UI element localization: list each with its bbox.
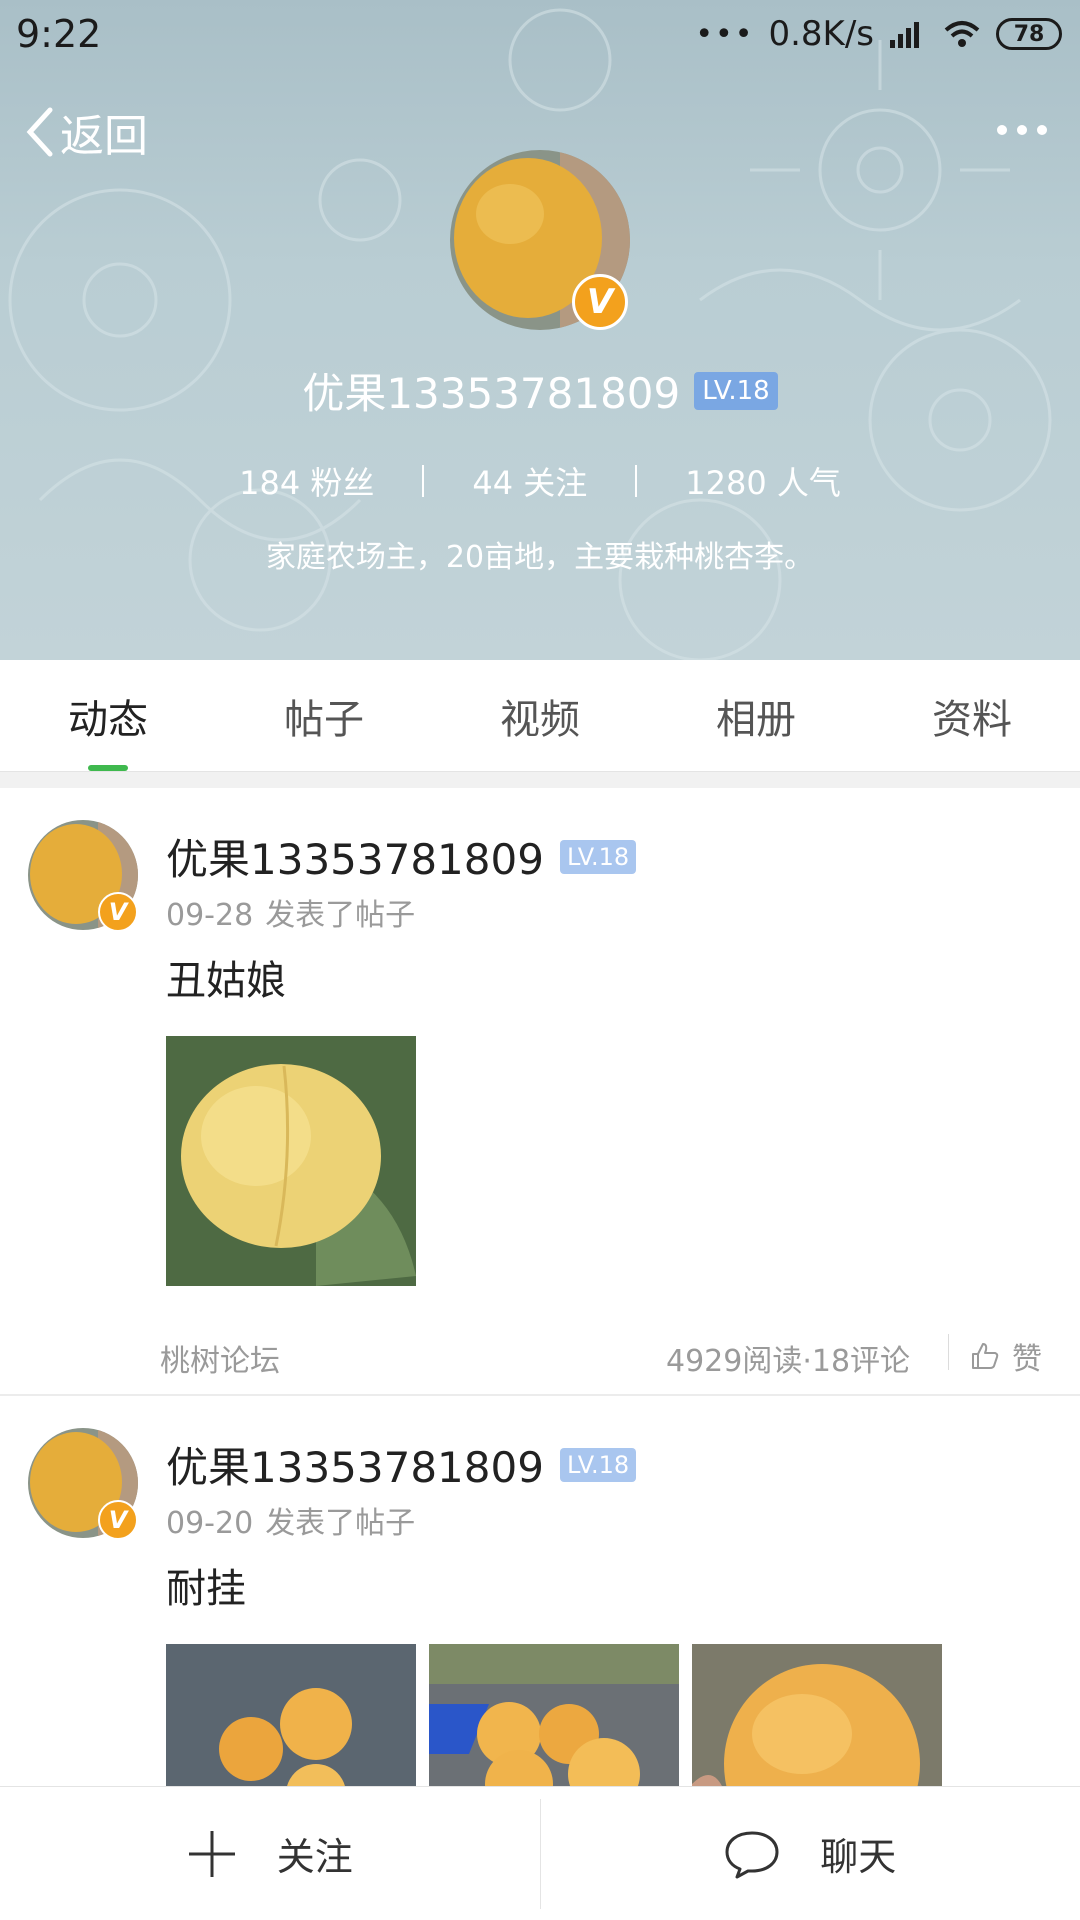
post-title[interactable]: 耐挂: [166, 1556, 246, 1614]
post-user-name[interactable]: 优果13353781809: [166, 826, 544, 887]
more-icon[interactable]: [994, 118, 1050, 142]
chat-label: 聊天: [820, 1835, 897, 1879]
thumbs-up-icon: [972, 1343, 999, 1369]
like-label: 赞: [1012, 1342, 1042, 1377]
level-badge: LV.18: [559, 1447, 637, 1482]
post-image[interactable]: [429, 1644, 679, 1786]
popularity-count: 1280 人气: [685, 464, 841, 502]
status-time: 9:22: [16, 12, 102, 56]
feed-post[interactable]: V 优果13353781809 LV.18 09-20 发表了帖子 耐挂: [0, 1396, 1080, 1786]
post-meta: 09-20 发表了帖子: [166, 1498, 415, 1542]
tab-videos[interactable]: 视频: [432, 660, 648, 771]
like-button[interactable]: 赞: [970, 1334, 1042, 1378]
verified-badge: V: [572, 274, 628, 330]
post-title[interactable]: 丑姑娘: [166, 948, 286, 1006]
back-label: 返回: [60, 111, 148, 162]
peach-photo: [692, 1644, 942, 1786]
status-right-group: ••• 0.8K/s 78: [695, 12, 1062, 56]
tab-label: 视频: [500, 696, 580, 743]
tab-posts[interactable]: 帖子: [216, 660, 432, 771]
post-action: 发表了帖子: [265, 1506, 416, 1541]
fans-count[interactable]: 184 粉丝: [239, 458, 374, 504]
feed-post[interactable]: V 优果13353781809 LV.18 09-28 发表了帖子 丑姑娘 桃树论…: [0, 788, 1080, 1394]
following-count[interactable]: 44 关注: [472, 458, 587, 504]
profile-stats: 184 粉丝 44 关注 1280 人气: [0, 458, 1080, 504]
peach-photo: [166, 1036, 416, 1286]
profile-user-name: 优果13353781809: [302, 369, 681, 418]
chat-bubble-icon: [725, 1831, 779, 1878]
post-forum[interactable]: 桃树论坛: [160, 1336, 280, 1380]
network-speed: 0.8K/s: [768, 14, 874, 54]
signal-icon: [890, 22, 919, 48]
battery-icon: 78: [996, 18, 1062, 50]
profile-header: 9:22 ••• 0.8K/s 78 返回 V 优果13353781809 LV…: [0, 0, 1080, 660]
verified-badge: V: [98, 892, 138, 932]
tab-label: 资料: [932, 696, 1012, 743]
post-action: 发表了帖子: [265, 898, 416, 933]
post-date: 09-20: [166, 1506, 254, 1541]
follow-label: 关注: [276, 1835, 353, 1879]
back-button[interactable]: 返回: [20, 100, 148, 164]
verified-badge: V: [98, 1500, 138, 1540]
stats-divider: [422, 465, 425, 497]
tab-activity[interactable]: 动态: [0, 660, 216, 771]
peach-photo: [166, 1644, 416, 1786]
profile-bio: 家庭农场主，20亩地，主要栽种桃杏李。: [265, 540, 815, 575]
follow-button[interactable]: 关注: [0, 1787, 540, 1920]
peach-photo: [429, 1644, 679, 1786]
tab-profile-info[interactable]: 资料: [864, 660, 1080, 771]
post-image[interactable]: [166, 1036, 416, 1286]
section-gap: [0, 772, 1080, 788]
plus-icon: [188, 1830, 235, 1877]
profile-tabs: 动态 帖子 视频 相册 资料: [0, 660, 1080, 772]
stats-divider: [948, 1334, 949, 1370]
tab-label: 帖子: [284, 696, 364, 743]
chat-button[interactable]: 聊天: [541, 1787, 1080, 1920]
profile-name-row: 优果13353781809 LV.18: [0, 360, 1080, 421]
status-dots: •••: [695, 16, 755, 52]
wifi-icon: [944, 21, 980, 47]
level-badge: LV.18: [559, 839, 637, 874]
tab-album[interactable]: 相册: [648, 660, 864, 771]
bottom-action-bar: 关注 聊天: [0, 1786, 1080, 1920]
post-date: 09-28: [166, 898, 254, 933]
post-image[interactable]: [166, 1644, 416, 1786]
post-author-row: 优果13353781809 LV.18: [166, 826, 637, 887]
post-author-row: 优果13353781809 LV.18: [166, 1434, 637, 1495]
active-tab-indicator: [88, 765, 128, 771]
post-user-name[interactable]: 优果13353781809: [166, 1434, 544, 1495]
back-chevron-icon: [26, 107, 53, 157]
post-image[interactable]: [692, 1644, 942, 1786]
stats-divider: [635, 465, 638, 497]
status-bar: 9:22 ••• 0.8K/s 78: [0, 0, 1080, 70]
tab-label: 动态: [68, 696, 148, 743]
post-meta: 09-28 发表了帖子: [166, 890, 415, 934]
tab-label: 相册: [716, 696, 796, 743]
post-stats: 4929阅读·18评论: [666, 1344, 911, 1379]
level-badge: LV.18: [694, 371, 778, 410]
